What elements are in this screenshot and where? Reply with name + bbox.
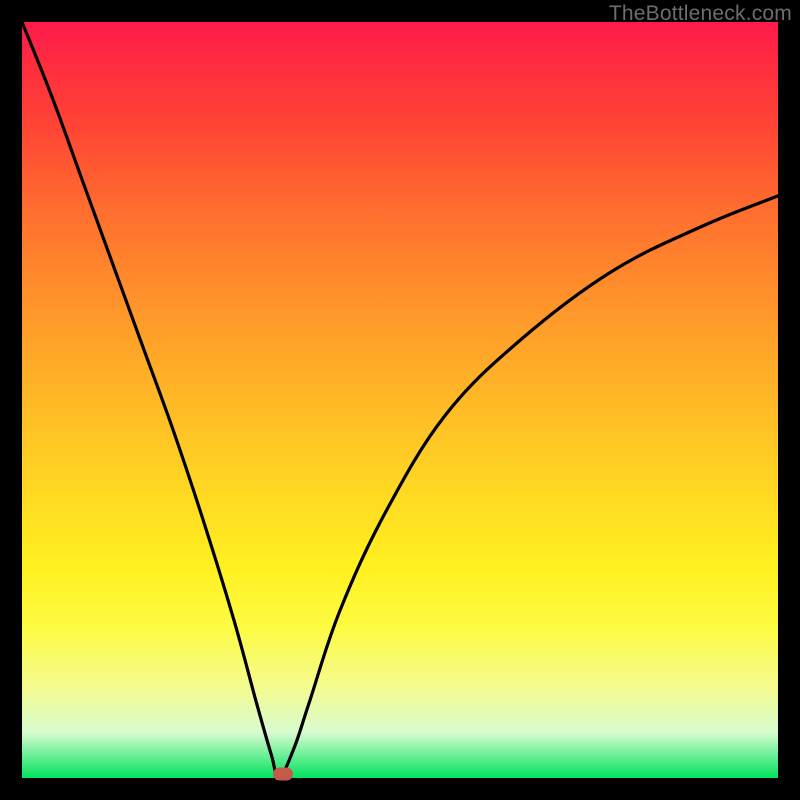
watermark-text: TheBottleneck.com	[609, 2, 792, 26]
optimal-point-marker	[273, 768, 293, 781]
chart-frame: TheBottleneck.com	[0, 0, 800, 800]
bottleneck-curve	[22, 22, 778, 778]
plot-area	[22, 22, 778, 778]
curve-svg	[22, 22, 778, 778]
